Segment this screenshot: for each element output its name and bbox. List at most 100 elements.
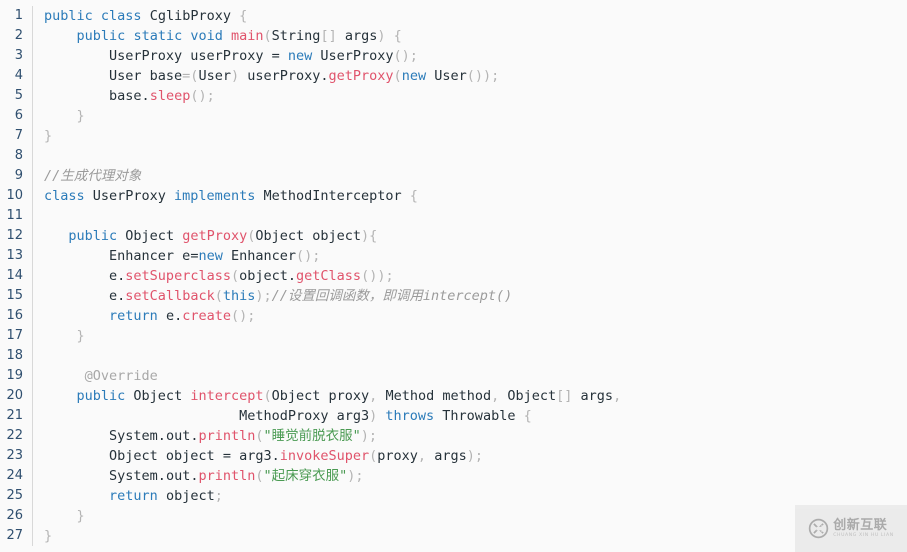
token-pun: ,	[613, 388, 622, 404]
code-line[interactable]: 18	[0, 346, 907, 366]
token-pln: .	[271, 448, 280, 464]
line-source: Object object = arg3.invokeSuper(proxy, …	[33, 446, 907, 466]
token-fn: intercept	[190, 388, 264, 404]
token-pln: e	[44, 268, 118, 284]
token-pun: ());	[361, 268, 394, 284]
code-line[interactable]: 3 UserProxy userProxy = new UserProxy();	[0, 46, 907, 66]
line-source: }	[33, 126, 907, 146]
code-line[interactable]: 22 System.out.println("睡觉前脱衣服");	[0, 426, 907, 446]
line-number: 18	[0, 346, 33, 366]
code-line[interactable]: 17 }	[0, 326, 907, 346]
code-line[interactable]: 12 public Object getProxy(Object object)…	[0, 226, 907, 246]
line-number: 22	[0, 426, 33, 446]
line-source: System.out.println("睡觉前脱衣服");	[33, 426, 907, 446]
code-line[interactable]: 15 e.setCallback(this);//设置回调函数，即调用inter…	[0, 286, 907, 306]
token-fn: setCallback	[125, 288, 215, 304]
token-pun: ;	[214, 488, 223, 504]
code-line[interactable]: 2 public static void main(String[] args)…	[0, 26, 907, 46]
token-pun: ();	[231, 308, 256, 324]
line-source: }	[33, 526, 907, 546]
token-pln: .	[141, 88, 150, 104]
line-number: 6	[0, 106, 33, 126]
token-pln: MethodProxy arg3	[44, 408, 370, 424]
circle-x-logo-icon	[808, 518, 829, 539]
token-pun: []	[320, 28, 337, 44]
line-number: 19	[0, 366, 33, 386]
token-pun: {	[523, 408, 532, 424]
token-pun: )	[230, 68, 240, 84]
token-fn: getProxy	[328, 68, 394, 84]
token-cmt: //设置回调函数，即调用intercept()	[271, 288, 513, 304]
token-pun: )	[377, 28, 386, 44]
token-pln: User base	[44, 68, 183, 84]
code-line[interactable]: 20 public Object intercept(Object proxy,…	[0, 386, 907, 406]
line-source: //生成代理对象	[33, 166, 907, 186]
token-pln: arg3	[230, 448, 272, 464]
code-editor[interactable]: 1 public class CglibProxy {2 public stati…	[0, 0, 907, 552]
code-line[interactable]: 5 base.sleep();	[0, 86, 907, 106]
token-pln: Method method	[377, 388, 492, 404]
code-line[interactable]: 23 Object object = arg3.invokeSuper(prox…	[0, 446, 907, 466]
line-number: 9	[0, 166, 33, 186]
token-kw: public	[68, 228, 118, 244]
token-kw: implements	[174, 188, 256, 204]
code-line[interactable]: 25 return object;	[0, 486, 907, 506]
token-pln	[44, 108, 77, 124]
token-pln: System	[44, 428, 158, 444]
token-kw: public	[76, 28, 126, 44]
token-str: "睡觉前脱衣服"	[263, 428, 361, 444]
token-pun: }	[44, 528, 53, 544]
token-pun: );	[347, 468, 364, 484]
line-number: 4	[0, 66, 33, 86]
token-pln	[44, 508, 77, 524]
code-line[interactable]: 19 @Override	[0, 366, 907, 386]
code-line[interactable]: 13 Enhancer e=new Enhancer();	[0, 246, 907, 266]
token-pln: =	[222, 448, 231, 464]
token-pun: ();	[190, 88, 215, 104]
token-pun: []	[556, 388, 573, 404]
line-number: 26	[0, 506, 33, 526]
code-line[interactable]: 27}	[0, 526, 907, 546]
line-source: }	[33, 506, 907, 526]
code-line[interactable]: 1 public class CglibProxy {	[0, 6, 907, 26]
token-pln: CglibProxy	[141, 8, 240, 24]
token-pun: ){	[361, 228, 378, 244]
token-pun: }	[44, 128, 53, 144]
token-pln: Object proxy	[271, 388, 370, 404]
line-source: System.out.println("起床穿衣服");	[33, 466, 907, 486]
line-number: 27	[0, 526, 33, 546]
token-pun: {	[239, 8, 248, 24]
token-pun: {	[409, 188, 418, 204]
line-number: 12	[0, 226, 33, 246]
code-line[interactable]: 16 return e.create();	[0, 306, 907, 326]
code-line[interactable]: 4 User base=(User) userProxy.getProxy(ne…	[0, 66, 907, 86]
code-line-list: 1 public class CglibProxy {2 public stati…	[0, 6, 907, 546]
token-pln: MethodInterceptor	[255, 188, 410, 204]
code-line[interactable]: 6 }	[0, 106, 907, 126]
line-source: public Object getProxy(Object object){	[33, 226, 907, 246]
line-number: 24	[0, 466, 33, 486]
watermark-text: 创新互联 CHUANG XIN HU LIAN	[833, 519, 894, 539]
code-line[interactable]: 7}	[0, 126, 907, 146]
line-source: Enhancer e=new Enhancer();	[33, 246, 907, 266]
code-line[interactable]: 10 class UserProxy implements MethodInter…	[0, 186, 907, 206]
code-line[interactable]: 26 }	[0, 506, 907, 526]
token-fn: getProxy	[182, 228, 248, 244]
token-pln: Object object	[255, 228, 362, 244]
code-line[interactable]: 11	[0, 206, 907, 226]
token-pln	[44, 228, 68, 244]
code-line[interactable]: 9 //生成代理对象	[0, 166, 907, 186]
token-pun: }	[76, 108, 85, 124]
code-line[interactable]: 14 e.setSuperclass(object.getClass());	[0, 266, 907, 286]
token-pln	[280, 48, 288, 64]
token-fn: setSuperclass	[125, 268, 231, 284]
line-number: 16	[0, 306, 33, 326]
code-line[interactable]: 8	[0, 146, 907, 166]
token-pun: (	[255, 468, 264, 484]
watermark-en-text: CHUANG XIN HU LIAN	[833, 532, 894, 538]
line-source: UserProxy userProxy = new UserProxy();	[33, 46, 907, 66]
line-source: MethodProxy arg3) throws Throwable {	[33, 406, 907, 426]
token-pun: }	[76, 508, 85, 524]
code-line[interactable]: 21 MethodProxy arg3) throws Throwable {	[0, 406, 907, 426]
code-line[interactable]: 24 System.out.println("起床穿衣服");	[0, 466, 907, 486]
